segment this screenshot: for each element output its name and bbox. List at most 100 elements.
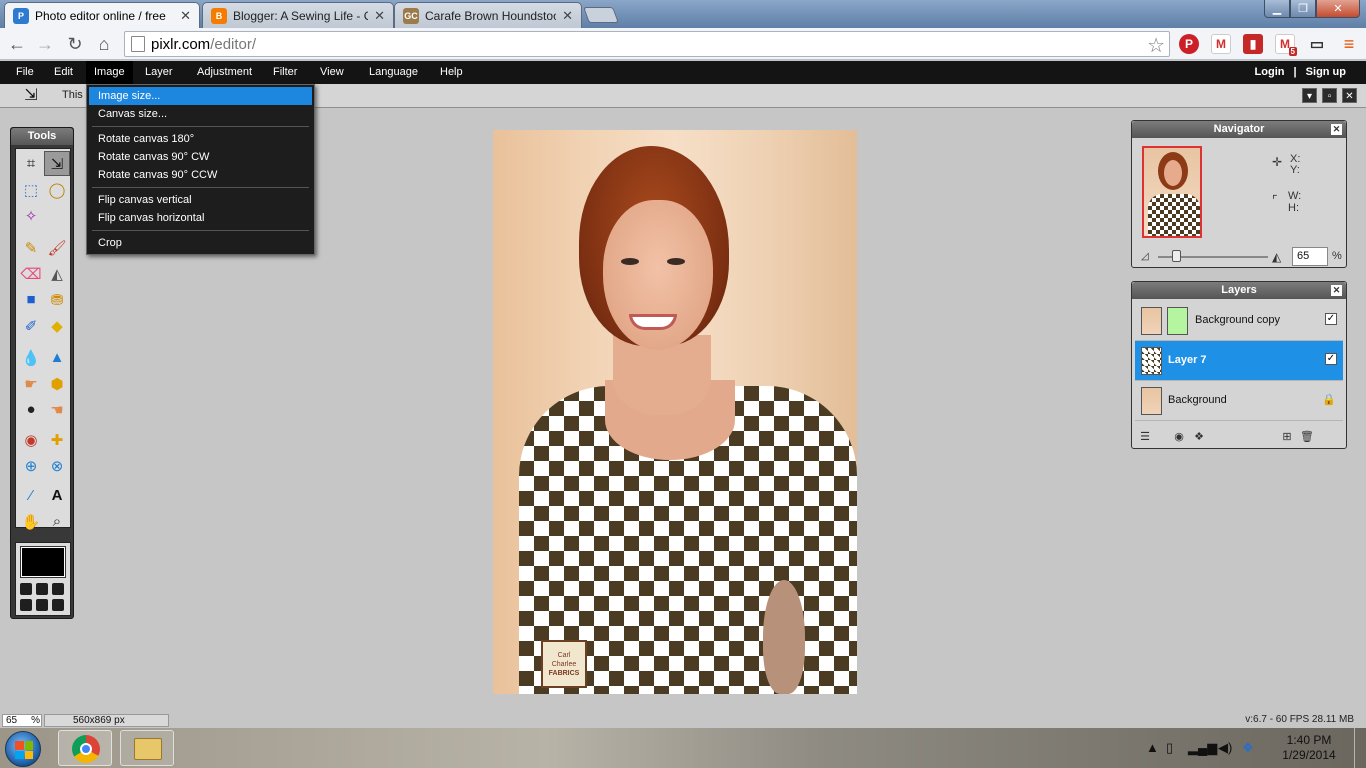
- new-layer-icon[interactable]: ⊞: [1280, 431, 1294, 443]
- zoom-out-icon[interactable]: ◿: [1141, 251, 1149, 262]
- gmail-notify-icon[interactable]: M5: [1275, 34, 1297, 56]
- show-desktop-button[interactable]: [1354, 728, 1366, 768]
- tab-carafe-houndstooth[interactable]: GC Carafe Brown Houndstoot ✕: [394, 2, 582, 28]
- menu-item-flip-vertical[interactable]: Flip canvas vertical: [89, 191, 312, 209]
- preset-swatch[interactable]: [52, 599, 64, 611]
- forward-icon[interactable]: →: [33, 32, 57, 56]
- move-tool-icon[interactable]: ⇲: [44, 151, 70, 176]
- bloat-tool-icon[interactable]: ⊕: [18, 453, 44, 478]
- marquee-tool-icon[interactable]: ⬚: [18, 177, 44, 202]
- bookmark-icon[interactable]: ▮: [1243, 34, 1263, 54]
- menu-layer[interactable]: Layer: [137, 61, 181, 84]
- zoom-tool-icon[interactable]: ⌕: [44, 509, 70, 534]
- star-icon[interactable]: ☆: [1147, 33, 1165, 58]
- layer-7[interactable]: Layer 7 ✓: [1135, 341, 1343, 381]
- menu-adjustment[interactable]: Adjustment: [189, 61, 260, 84]
- minimize-window-button[interactable]: ▁: [1264, 0, 1290, 18]
- magic-wand-tool-icon[interactable]: ✧: [18, 203, 44, 228]
- bucket-tool-icon[interactable]: ◭: [44, 261, 70, 286]
- zoom-slider-handle[interactable]: [1172, 250, 1181, 262]
- preset-swatch[interactable]: [20, 583, 32, 595]
- tab-photo-editor[interactable]: P Photo editor online / free ✕: [4, 2, 200, 28]
- close-panel-icon[interactable]: ✕: [1331, 285, 1342, 296]
- menu-item-rotate-90-ccw[interactable]: Rotate canvas 90° CCW: [89, 166, 312, 184]
- menu-help[interactable]: Help: [432, 61, 471, 84]
- network-icon[interactable]: ▂▄▆: [1188, 740, 1217, 756]
- sharpen-tool-icon[interactable]: ▲: [44, 345, 70, 370]
- sponge-tool-icon[interactable]: ⬢: [44, 371, 70, 396]
- layer-settings-icon[interactable]: ☰: [1138, 431, 1152, 443]
- gradient-tool-icon[interactable]: ■: [18, 287, 44, 312]
- delete-layer-icon[interactable]: 🗑: [1300, 431, 1314, 443]
- cast-icon[interactable]: ▭: [1307, 34, 1327, 54]
- menu-item-rotate-90-cw[interactable]: Rotate canvas 90° CW: [89, 148, 312, 166]
- menu-edit[interactable]: Edit: [46, 61, 81, 84]
- signup-link[interactable]: Sign up: [1306, 66, 1346, 78]
- red-eye-tool-icon[interactable]: ◉: [18, 427, 44, 452]
- zoom-in-icon[interactable]: ◭: [1272, 250, 1281, 264]
- menu-item-crop[interactable]: Crop: [89, 234, 312, 252]
- type-tool-icon[interactable]: A: [44, 483, 70, 508]
- taskbar-chrome[interactable]: [58, 730, 112, 766]
- menu-item-flip-horizontal[interactable]: Flip canvas horizontal: [89, 209, 312, 227]
- status-zoom[interactable]: 65%: [2, 714, 42, 727]
- login-link[interactable]: Login: [1255, 66, 1285, 78]
- start-button[interactable]: [5, 731, 41, 767]
- burn-tool-icon[interactable]: ●: [18, 397, 44, 422]
- layer-style-icon[interactable]: ❖: [1192, 431, 1206, 443]
- layer-background[interactable]: Background 🔒: [1135, 381, 1343, 421]
- clock[interactable]: 1:40 PM 1/29/2014: [1274, 733, 1344, 763]
- spot-heal-tool-icon[interactable]: ✚: [44, 427, 70, 452]
- lasso-tool-icon[interactable]: ◯: [44, 177, 70, 202]
- new-tab-button[interactable]: [583, 7, 619, 23]
- eraser-tool-icon[interactable]: ⌫: [18, 261, 44, 286]
- menu-item-image-size[interactable]: Image size...: [89, 87, 312, 105]
- color-picker-tool-icon[interactable]: ⁄: [18, 483, 44, 508]
- tab-blogger[interactable]: B Blogger: A Sewing Life - C ✕: [202, 2, 394, 28]
- pencil-tool-icon[interactable]: ✎: [18, 235, 44, 260]
- preset-swatch[interactable]: [36, 599, 48, 611]
- stamp-tool-icon[interactable]: ⛃: [44, 287, 70, 312]
- image-canvas[interactable]: Carl Charlee FABRICS: [493, 130, 857, 694]
- menu-image[interactable]: Image: [86, 61, 133, 84]
- minimize-workspace-icon[interactable]: ▾: [1302, 88, 1317, 103]
- close-window-button[interactable]: ✕: [1316, 0, 1360, 18]
- close-tab-icon[interactable]: ✕: [562, 8, 573, 24]
- smudge-tool-icon[interactable]: ☛: [18, 371, 44, 396]
- layer-visibility-checkbox[interactable]: ✓: [1325, 313, 1337, 325]
- preset-swatch[interactable]: [36, 583, 48, 595]
- menu-item-canvas-size[interactable]: Canvas size...: [89, 105, 312, 123]
- reload-icon[interactable]: ↻: [63, 32, 87, 56]
- add-mask-icon[interactable]: ◉: [1172, 431, 1186, 443]
- hand-tool-icon[interactable]: ✋: [18, 509, 44, 534]
- shape-tool-icon[interactable]: ◆: [44, 313, 70, 338]
- pinch-tool-icon[interactable]: ⊗: [44, 453, 70, 478]
- brush-tool-icon[interactable]: 🖌: [44, 235, 70, 260]
- primary-color-swatch[interactable]: [20, 546, 66, 578]
- layer-background-copy[interactable]: Background copy ✓: [1135, 301, 1343, 341]
- preset-swatch[interactable]: [52, 583, 64, 595]
- restore-workspace-icon[interactable]: ▫: [1322, 88, 1337, 103]
- close-workspace-icon[interactable]: ✕: [1342, 88, 1357, 103]
- drawing-tool-icon[interactable]: ✐: [18, 313, 44, 338]
- tray-device-icon[interactable]: ▯: [1166, 740, 1173, 756]
- layer-visibility-checkbox[interactable]: ✓: [1325, 353, 1337, 365]
- close-tab-icon[interactable]: ✕: [180, 8, 191, 24]
- menu-item-rotate-180[interactable]: Rotate canvas 180°: [89, 130, 312, 148]
- tray-expand-icon[interactable]: ▲: [1146, 740, 1159, 755]
- address-bar[interactable]: pixlr.com/editor/ ☆: [124, 31, 1170, 57]
- dropbox-icon[interactable]: ❖: [1242, 740, 1254, 756]
- back-icon[interactable]: ←: [5, 32, 29, 56]
- volume-icon[interactable]: ◀): [1218, 740, 1232, 756]
- home-icon[interactable]: ⌂: [92, 32, 116, 56]
- preset-swatch[interactable]: [20, 599, 32, 611]
- menu-filter[interactable]: Filter: [265, 61, 305, 84]
- close-panel-icon[interactable]: ✕: [1331, 124, 1342, 135]
- menu-file[interactable]: File: [8, 61, 42, 84]
- dodge-tool-icon[interactable]: ☚: [44, 397, 70, 422]
- close-tab-icon[interactable]: ✕: [374, 8, 385, 24]
- menu-language[interactable]: Language: [361, 61, 426, 84]
- blur-tool-icon[interactable]: 💧: [18, 345, 44, 370]
- zoom-input[interactable]: 65: [1292, 247, 1328, 266]
- pinterest-icon[interactable]: P: [1179, 34, 1199, 54]
